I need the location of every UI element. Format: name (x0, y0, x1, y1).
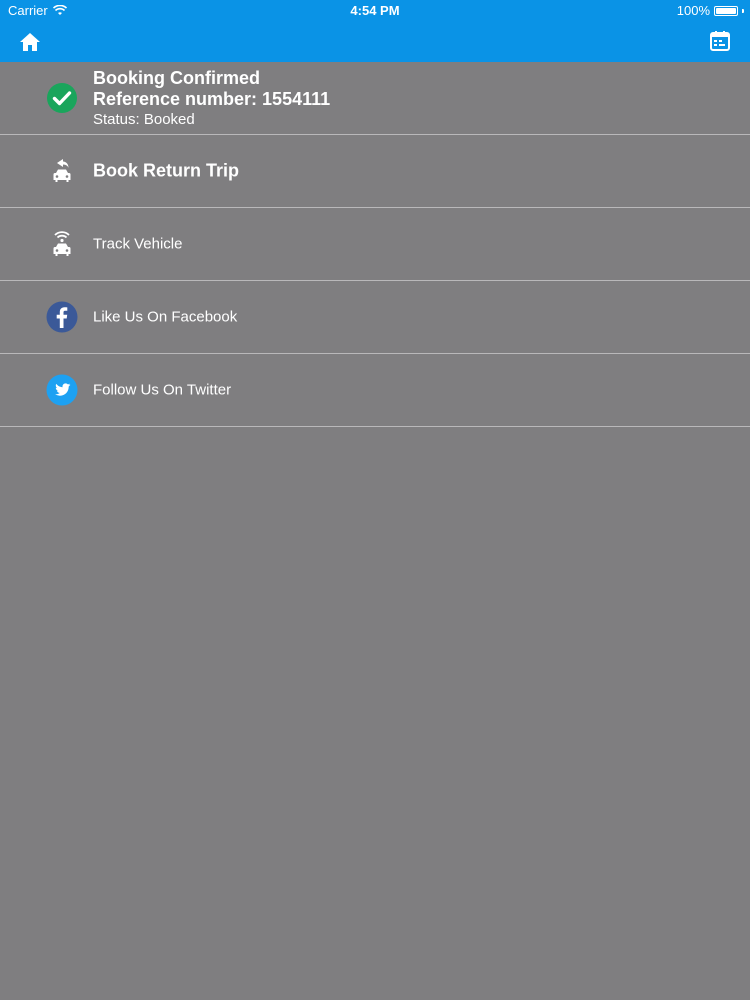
booking-text: Booking Confirmed Reference number: 1554… (93, 68, 330, 130)
home-icon[interactable] (18, 30, 42, 54)
facebook-icon (46, 301, 78, 333)
status-bar: Carrier 4:54 PM 100% (0, 0, 750, 22)
twitter-label: Follow Us On Twitter (93, 381, 232, 399)
facebook-label: Like Us On Facebook (93, 308, 238, 326)
twitter-item[interactable]: Follow Us On Twitter (0, 354, 750, 427)
track-vehicle-item[interactable]: Track Vehicle (0, 208, 750, 281)
battery-percent: 100% (676, 3, 710, 18)
menu-list: Booking Confirmed Reference number: 1554… (0, 62, 750, 427)
booking-confirmation: Booking Confirmed Reference number: 1554… (0, 62, 750, 135)
calendar-icon[interactable] (708, 29, 732, 53)
nav-bar (0, 22, 750, 62)
battery-fill (716, 7, 736, 14)
battery-cap (742, 8, 744, 13)
check-circle-icon (47, 83, 77, 113)
twitter-icon (46, 374, 78, 406)
status-time: 4:54 PM (350, 3, 400, 18)
book-return-trip-label: Book Return Trip (93, 160, 240, 181)
battery-icon (714, 5, 738, 16)
status-right: 100% (677, 3, 744, 18)
book-return-trip-item[interactable]: Book Return Trip (0, 135, 750, 208)
booking-status: Status: Booked (93, 111, 195, 128)
track-vehicle-label: Track Vehicle (93, 235, 183, 253)
facebook-item[interactable]: Like Us On Facebook (0, 281, 750, 354)
track-vehicle-icon (53, 231, 71, 256)
booking-reference: Reference number: 1554111 (93, 89, 331, 109)
booking-title: Booking Confirmed (93, 68, 260, 88)
return-trip-car-icon (53, 159, 71, 182)
